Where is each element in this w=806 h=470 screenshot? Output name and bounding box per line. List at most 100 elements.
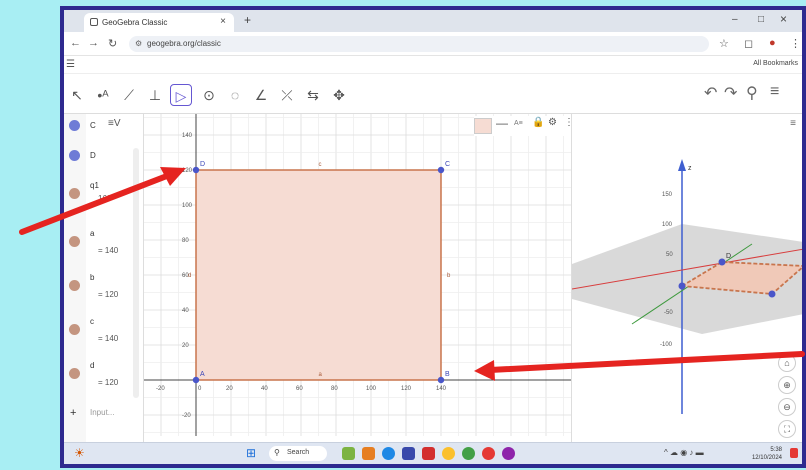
- point-b[interactable]: [437, 376, 445, 384]
- circle-three-points-icon[interactable]: ◌: [224, 84, 246, 106]
- graphics-3d-view[interactable]: z D 150 100 50 -50 -100 ≡ ⌂ ⊕ ⊖ ⛶: [571, 114, 802, 442]
- close-tab-icon[interactable]: ×: [220, 16, 226, 27]
- z-tick: 100: [662, 222, 673, 228]
- visibility-marble[interactable]: [69, 324, 80, 335]
- perpendicular-tool-icon[interactable]: ⊥: [144, 84, 166, 106]
- chrome-icon[interactable]: [502, 447, 515, 460]
- visibility-marble[interactable]: [69, 280, 80, 291]
- style-bar-toggle-icon[interactable]: ≡: [790, 118, 796, 129]
- point-b-3d[interactable]: [768, 290, 776, 298]
- app-icon[interactable]: [342, 447, 355, 460]
- back-icon[interactable]: ←: [70, 37, 81, 49]
- y-tick-label: 80: [182, 238, 189, 244]
- lock-icon[interactable]: 🔒: [532, 117, 544, 128]
- y-tick-label: 120: [182, 168, 193, 174]
- extensions-icon[interactable]: ◻: [744, 37, 753, 50]
- slider-tool-icon[interactable]: ⇆: [302, 84, 324, 106]
- reload-icon[interactable]: ↻: [108, 37, 117, 50]
- menu-dots-icon[interactable]: ⋮: [790, 37, 801, 50]
- point-a[interactable]: [192, 376, 200, 384]
- chrome-icon[interactable]: [482, 447, 495, 460]
- y-tick-label: -20: [182, 413, 191, 419]
- main-menu-icon[interactable]: ≡: [770, 83, 779, 101]
- browser-window: GeoGebra Classic × + – □ × ← → ↻ ⚙ geoge…: [64, 10, 802, 464]
- profile-icon[interactable]: ●: [769, 37, 776, 49]
- more-options-icon[interactable]: ⋮: [564, 117, 571, 128]
- redo-icon[interactable]: ↷: [724, 83, 737, 103]
- z-axis-label: z: [688, 165, 692, 172]
- graphics-2d-view[interactable]: -20 0 20 40 60 80 100 120 140 -20 20 40 60 80 100 120 14…: [144, 114, 571, 442]
- close-window-button[interactable]: ×: [780, 12, 787, 26]
- apps-grid-icon[interactable]: ☰: [66, 59, 75, 70]
- star-icon[interactable]: ☆: [719, 37, 729, 50]
- app-icon[interactable]: [362, 447, 375, 460]
- forward-icon[interactable]: →: [88, 37, 99, 49]
- settings-gear-icon[interactable]: ⚙: [548, 117, 557, 128]
- maximize-button[interactable]: □: [758, 14, 764, 25]
- point-d[interactable]: [192, 166, 200, 174]
- edge-icon[interactable]: [382, 447, 395, 460]
- chrome-icon[interactable]: [462, 447, 475, 460]
- point-c[interactable]: [437, 166, 445, 174]
- system-tray-icons[interactable]: ^ ☁ ◉ ♪ ▬: [664, 448, 704, 457]
- notification-icon[interactable]: [790, 448, 798, 458]
- style-bar: — A≡ 🔒 ⚙ ⋮: [474, 116, 571, 136]
- zoom-in-3d-button[interactable]: ⊕: [778, 376, 796, 394]
- algebra-view: ≡V C D q1 160 a = 140 b = 120 c = 140 d …: [64, 114, 144, 442]
- algebra-scrollbar[interactable]: [133, 148, 139, 398]
- minimize-button[interactable]: –: [732, 14, 738, 25]
- algebra-input[interactable]: Input...: [90, 408, 114, 417]
- polygon-tool-icon[interactable]: ▷: [170, 84, 192, 106]
- angle-tool-icon[interactable]: ∠: [250, 84, 272, 106]
- add-object-icon[interactable]: +: [70, 407, 76, 419]
- taskbar-clock[interactable]: 5:38 12/10/2024: [752, 446, 782, 462]
- new-tab-button[interactable]: +: [244, 13, 251, 27]
- browser-tab[interactable]: GeoGebra Classic ×: [84, 13, 234, 32]
- edge-b-label: b: [447, 273, 451, 279]
- all-bookmarks-button[interactable]: All Bookmarks: [753, 60, 798, 67]
- label-style-icon[interactable]: A≡: [514, 120, 523, 127]
- circle-tool-icon[interactable]: ⊙: [198, 84, 220, 106]
- graphics-3d-canvas[interactable]: z D 150 100 50 -50 -100: [572, 114, 802, 436]
- graphics-2d-canvas[interactable]: -20 0 20 40 60 80 100 120 140-202040608010012014…: [144, 114, 571, 436]
- browser-tab-bar: GeoGebra Classic × + – □ ×: [64, 10, 802, 32]
- point-d-3d[interactable]: [718, 258, 726, 266]
- weather-icon[interactable]: ☀: [74, 446, 85, 460]
- clock-date: 12/10/2024: [751, 455, 782, 461]
- search-icon: ⚲: [274, 448, 280, 457]
- app-icon[interactable]: [402, 447, 415, 460]
- app-icon[interactable]: [422, 447, 435, 460]
- x-tick-label: 140: [436, 386, 447, 392]
- object-label: D: [90, 151, 96, 160]
- start-icon[interactable]: ⊞: [246, 446, 256, 460]
- line-style-icon[interactable]: —: [496, 116, 508, 130]
- z-tick: -50: [664, 310, 673, 316]
- visibility-marble[interactable]: [69, 150, 80, 161]
- line-tool-icon[interactable]: ⟋: [118, 84, 140, 106]
- fill-color-swatch[interactable]: [474, 118, 492, 134]
- zoom-out-3d-button[interactable]: ⊖: [778, 398, 796, 416]
- point-tool-icon[interactable]: •ᴬ: [92, 84, 114, 106]
- visibility-marble[interactable]: [69, 188, 80, 199]
- reflect-tool-icon[interactable]: ⤫: [276, 84, 298, 106]
- x-tick-label: 0: [198, 386, 202, 392]
- polygon-q1[interactable]: [195, 169, 442, 381]
- visibility-marble[interactable]: [69, 236, 80, 247]
- point-a-3d[interactable]: [678, 282, 686, 290]
- chrome-icon[interactable]: [442, 447, 455, 460]
- visibility-marble[interactable]: [69, 368, 80, 379]
- home-view-3d-button[interactable]: ⌂: [778, 354, 796, 372]
- move-tool-icon[interactable]: ↖: [66, 84, 88, 106]
- search-icon[interactable]: ⚲: [746, 83, 758, 103]
- move-view-tool-icon[interactable]: ✥: [328, 84, 350, 106]
- fullscreen-button[interactable]: ⛶: [778, 420, 796, 438]
- url-field[interactable]: ⚙ geogebra.org/classic: [129, 36, 709, 52]
- object-value: = 140: [98, 246, 119, 255]
- undo-icon[interactable]: ↶: [704, 83, 717, 103]
- x-tick-label: -20: [156, 386, 165, 392]
- y-tick-label: 20: [182, 343, 189, 349]
- algebra-menu-icon[interactable]: ≡V: [108, 118, 121, 129]
- visibility-marble[interactable]: [69, 120, 80, 131]
- taskbar-search[interactable]: ⚲ Search: [269, 446, 327, 461]
- site-info-icon[interactable]: ⚙: [135, 39, 142, 48]
